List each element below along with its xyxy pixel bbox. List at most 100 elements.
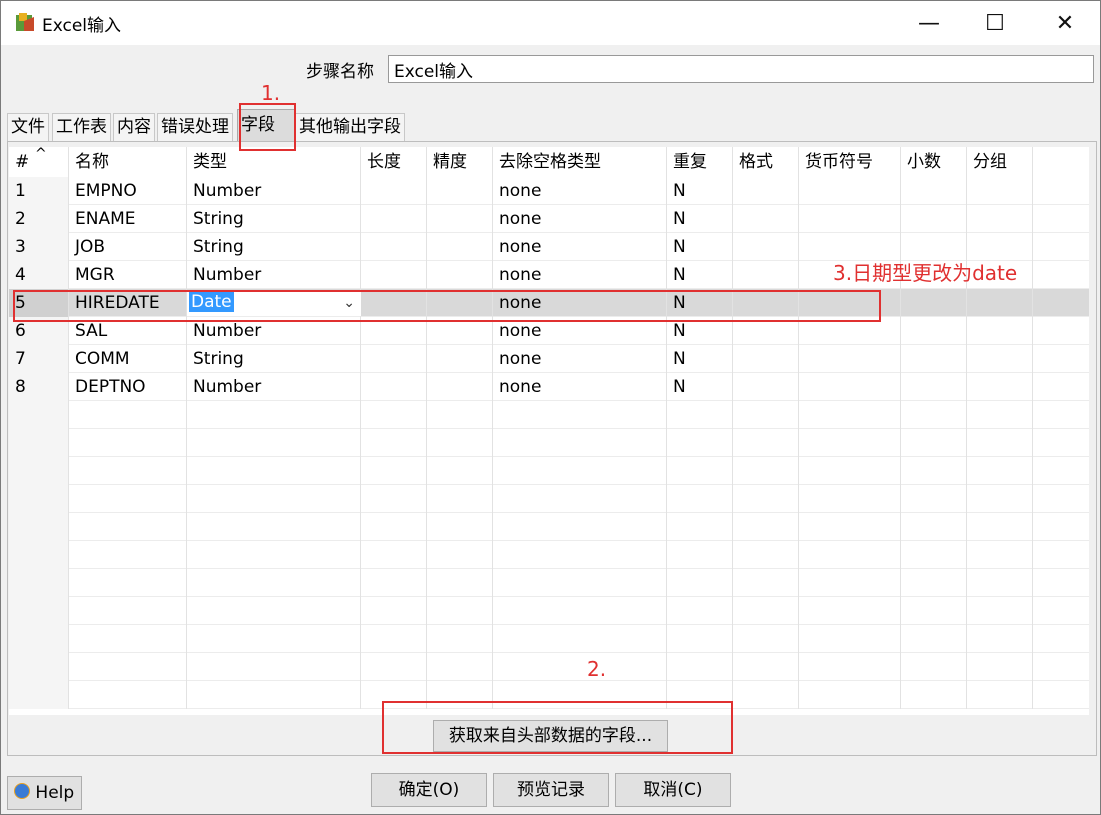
cell-col-name[interactable]: DEPTNO xyxy=(69,373,187,401)
cell-col-precision[interactable] xyxy=(427,205,493,233)
header-col-format[interactable]: 格式 xyxy=(733,147,799,177)
cell-col-length[interactable] xyxy=(361,205,427,233)
cell-col-name[interactable]: COMM xyxy=(69,345,187,373)
cell-col-format[interactable] xyxy=(733,345,799,373)
cell-col-length[interactable] xyxy=(361,345,427,373)
close-button[interactable]: ✕ xyxy=(1032,1,1098,45)
cell-col-decimal[interactable] xyxy=(901,345,967,373)
minimize-button[interactable]: — xyxy=(896,1,962,45)
cell-col-type[interactable]: String xyxy=(187,345,361,373)
cell-col-name[interactable]: MGR xyxy=(69,261,187,289)
cell-col-format[interactable] xyxy=(733,373,799,401)
header-col-name[interactable]: 名称 xyxy=(69,147,187,177)
cell-col-repeat[interactable]: N xyxy=(667,233,733,261)
cell-col-precision[interactable] xyxy=(427,373,493,401)
cell-col-repeat[interactable]: N xyxy=(667,177,733,205)
cell-col-group[interactable] xyxy=(967,317,1033,345)
cell-col-format[interactable] xyxy=(733,205,799,233)
cell-col-currency[interactable] xyxy=(799,373,901,401)
cell-col-precision[interactable] xyxy=(427,233,493,261)
maximize-button[interactable]: ☐ xyxy=(962,1,1028,45)
header-col-group[interactable]: 分组 xyxy=(967,147,1033,177)
cell-col-format[interactable] xyxy=(733,233,799,261)
cell-col-currency xyxy=(799,681,901,709)
cell-col-type[interactable]: Number xyxy=(187,373,361,401)
tab-other-output-fields[interactable]: 其他输出字段 xyxy=(295,113,405,141)
cell-col-type[interactable]: String xyxy=(187,233,361,261)
cell-col-precision[interactable] xyxy=(427,261,493,289)
cell-col-precision[interactable] xyxy=(427,345,493,373)
header-col-type[interactable]: 类型 xyxy=(187,147,361,177)
tab-worksheet[interactable]: 工作表 xyxy=(52,113,111,141)
cell-col-type[interactable]: Number xyxy=(187,261,361,289)
fields-table[interactable]: # ^ 名称 类型 长度 精度 去除空格类型 重复 格式 货币符号 小数 分组 1 EMPNO Numbe… xyxy=(9,147,1089,715)
cell-col-rownum[interactable]: 3 xyxy=(9,233,69,261)
cell-col-format[interactable] xyxy=(733,177,799,205)
tab-content[interactable]: 内容 xyxy=(113,113,155,141)
cell-col-rownum[interactable]: 2 xyxy=(9,205,69,233)
cancel-button[interactable]: 取消(C) xyxy=(615,773,731,807)
cell-col-name[interactable]: JOB xyxy=(69,233,187,261)
cell-col-currency[interactable] xyxy=(799,345,901,373)
cell-col-trim-type[interactable]: none xyxy=(493,261,667,289)
cell-col-rownum[interactable]: 4 xyxy=(9,261,69,289)
cell-col-trim-type xyxy=(493,597,667,625)
cell-col-group[interactable] xyxy=(967,177,1033,205)
cell-col-trim-type[interactable]: none xyxy=(493,373,667,401)
ok-button[interactable]: 确定(O) xyxy=(371,773,487,807)
cell-col-rownum[interactable]: 8 xyxy=(9,373,69,401)
cell-col-group[interactable] xyxy=(967,345,1033,373)
cell-col-name[interactable]: ENAME xyxy=(69,205,187,233)
cell-col-group[interactable] xyxy=(967,289,1033,317)
step-name-input[interactable] xyxy=(388,55,1094,83)
cell-col-length[interactable] xyxy=(361,177,427,205)
cell-col-repeat[interactable]: N xyxy=(667,345,733,373)
header-col-currency[interactable]: 货币符号 xyxy=(799,147,901,177)
cell-col-name[interactable]: EMPNO xyxy=(69,177,187,205)
header-col-repeat[interactable]: 重复 xyxy=(667,147,733,177)
header-col-trim-type[interactable]: 去除空格类型 xyxy=(493,147,667,177)
cell-col-group[interactable] xyxy=(967,373,1033,401)
cell-col-repeat[interactable]: N xyxy=(667,205,733,233)
cell-col-format xyxy=(733,541,799,569)
cell-col-rownum[interactable]: 7 xyxy=(9,345,69,373)
cell-col-length[interactable] xyxy=(361,261,427,289)
cell-col-decimal[interactable] xyxy=(901,205,967,233)
cell-col-format[interactable] xyxy=(733,261,799,289)
header-col-precision[interactable]: 精度 xyxy=(427,147,493,177)
header-col-decimal[interactable]: 小数 xyxy=(901,147,967,177)
cell-col-group[interactable] xyxy=(967,205,1033,233)
cell-col-trim-type[interactable]: none xyxy=(493,205,667,233)
cell-col-length[interactable] xyxy=(361,233,427,261)
cell-col-trim-type[interactable]: none xyxy=(493,233,667,261)
cell-col-currency xyxy=(799,625,901,653)
header-col-rownum[interactable]: # ^ xyxy=(9,147,69,177)
annotation-step-2: 2. xyxy=(587,657,607,681)
cell-col-length[interactable] xyxy=(361,373,427,401)
cell-col-precision[interactable] xyxy=(427,177,493,205)
cell-col-decimal[interactable] xyxy=(901,373,967,401)
cell-col-decimal xyxy=(901,541,967,569)
tab-error-handling[interactable]: 错误处理 xyxy=(157,113,233,141)
tab-label: 错误处理 xyxy=(161,117,229,137)
cell-col-trim-type[interactable]: none xyxy=(493,345,667,373)
table-row[interactable]: 7 COMM String none N xyxy=(9,345,1089,373)
cell-col-rownum[interactable]: 1 xyxy=(9,177,69,205)
table-row[interactable]: 1 EMPNO Number none N xyxy=(9,177,1089,205)
header-col-length[interactable]: 长度 xyxy=(361,147,427,177)
cell-col-currency[interactable] xyxy=(799,205,901,233)
cell-col-decimal[interactable] xyxy=(901,177,967,205)
table-row[interactable]: 2 ENAME String none N xyxy=(9,205,1089,233)
cell-col-currency[interactable] xyxy=(799,177,901,205)
cell-col-type[interactable]: Number xyxy=(187,177,361,205)
help-button[interactable]: Help xyxy=(7,776,82,810)
cell-col-repeat[interactable]: N xyxy=(667,373,733,401)
table-row[interactable]: 8 DEPTNO Number none N xyxy=(9,373,1089,401)
cell-col-trim-type[interactable]: none xyxy=(493,177,667,205)
tab-file[interactable]: 文件 xyxy=(7,113,49,141)
cell-col-type[interactable]: String xyxy=(187,205,361,233)
cell-col-decimal[interactable] xyxy=(901,289,967,317)
preview-button[interactable]: 预览记录 xyxy=(493,773,609,807)
cell-col-repeat[interactable]: N xyxy=(667,261,733,289)
cell-col-decimal[interactable] xyxy=(901,317,967,345)
